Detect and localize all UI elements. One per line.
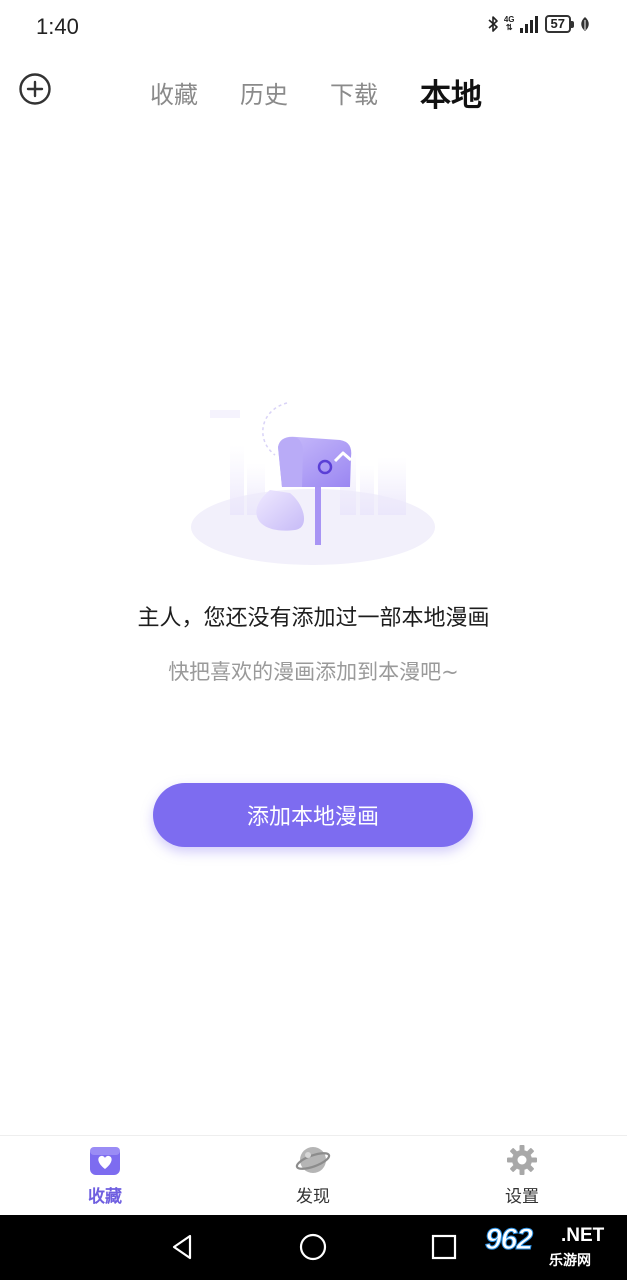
top-tabs: 收藏 历史 下载 本地 — [150, 62, 482, 122]
battery-icon: 57 — [544, 15, 574, 33]
tab-favorites[interactable]: 收藏 — [150, 75, 198, 110]
site-watermark: 962 .NET 乐游网 — [484, 1223, 621, 1273]
network-label: 4G ⇅ — [504, 16, 515, 32]
empty-state-subtitle: 快把喜欢的漫画添加到本漫吧~ — [168, 660, 459, 684]
empty-state-title: 主人，您还没有添加过一部本地漫画 — [137, 606, 490, 631]
signal-icon — [519, 16, 538, 33]
bottom-tab-label: 设置 — [505, 1187, 539, 1207]
android-nav-bar: 962 .NET 乐游网 — [0, 1215, 627, 1280]
battery-level: 57 — [544, 15, 571, 33]
status-icons: 4G ⇅ 57 — [487, 15, 591, 33]
planet-icon — [295, 1147, 331, 1173]
status-bar: 1:40 4G ⇅ 57 — [0, 0, 627, 52]
leaf-icon — [581, 17, 589, 31]
gear-icon — [507, 1145, 537, 1175]
bottom-tab-bar: 收藏 发现 设置 — [0, 1135, 627, 1216]
tab-history[interactable]: 历史 — [240, 75, 288, 110]
heart-folder-icon — [90, 1147, 120, 1175]
watermark-site: 乐游网 — [549, 1253, 591, 1269]
network-arrows-icon: ⇅ — [505, 23, 513, 32]
add-local-comic-button[interactable]: 添加本地漫画 — [153, 783, 473, 847]
bottom-tab-settings[interactable]: 设置 — [467, 1142, 577, 1212]
tab-downloads[interactable]: 下载 — [330, 75, 378, 110]
battery-tip — [571, 20, 574, 28]
mailbox-illustration — [191, 402, 435, 565]
bottom-tab-favorites[interactable]: 收藏 — [50, 1142, 160, 1212]
app-screen: 1:40 4G ⇅ 57 收藏 历史 下载 本地 主人，您还没有添加过一部本地漫… — [0, 0, 627, 1280]
watermark-number: 962 — [484, 1223, 533, 1257]
status-time: 1:40 — [36, 14, 79, 39]
back-icon[interactable] — [168, 1232, 198, 1262]
plus-circle-icon[interactable] — [18, 72, 52, 106]
bottom-tab-label: 发现 — [296, 1187, 330, 1207]
top-nav: 收藏 历史 下载 本地 — [0, 62, 627, 122]
bottom-tab-discover[interactable]: 发现 — [258, 1142, 368, 1212]
tab-local[interactable]: 本地 — [420, 70, 482, 115]
bottom-tab-label: 收藏 — [88, 1187, 122, 1207]
recents-icon[interactable] — [429, 1232, 459, 1262]
home-icon[interactable] — [298, 1232, 328, 1262]
watermark-suffix: .NET — [561, 1225, 605, 1246]
bluetooth-icon — [488, 16, 498, 32]
